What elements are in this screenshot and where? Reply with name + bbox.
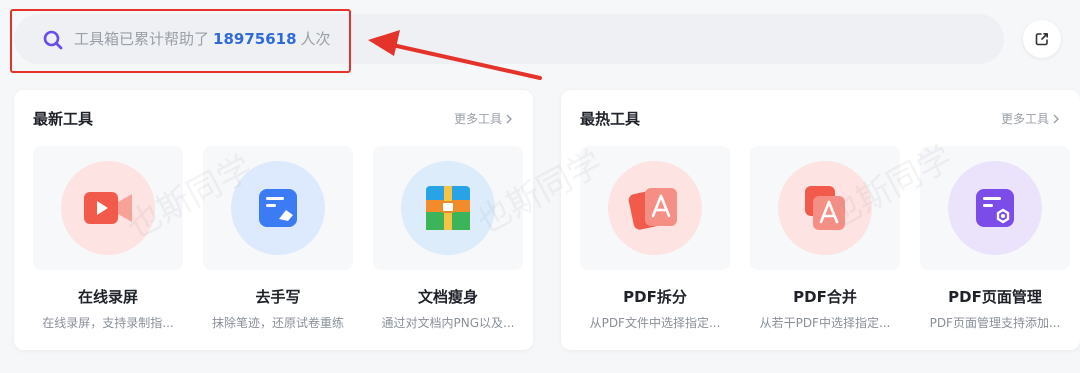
hot-tools-title: 最热工具 <box>580 110 641 128</box>
tool-screen-record[interactable]: 在线录屏 在线录屏，支持录制指... <box>33 146 183 346</box>
search-prefix: 工具箱已累计帮助了 <box>74 30 210 48</box>
tool-pdf-page-manage[interactable]: PDF页面管理 PDF页面管理支持添加... <box>920 146 1070 346</box>
search-placeholder: 工具箱已累计帮助了 18975618 人次 <box>74 28 331 50</box>
tool-name: PDF拆分 <box>623 288 687 306</box>
hot-more-label: 更多工具 <box>1000 112 1049 126</box>
chevron-right-icon <box>506 114 512 123</box>
latest-more-link[interactable]: 更多工具 <box>454 110 513 127</box>
tool-remove-handwriting[interactable]: 去手写 抹除笔迹，还原试卷重练 <box>203 146 353 346</box>
chevron-right-icon <box>1053 114 1059 123</box>
hot-more-link[interactable]: 更多工具 <box>1001 110 1060 127</box>
latest-tools-list: 在线录屏 在线录屏，支持录制指... 去手写 抹除笔迹，还原试卷重练 文档瘦身 … <box>33 146 523 346</box>
tool-name: 在线录屏 <box>77 288 138 306</box>
latest-tools-title: 最新工具 <box>33 110 94 128</box>
tool-desc: 通过对文档内PNG以及... <box>381 316 515 330</box>
search-suffix: 人次 <box>300 30 331 48</box>
latest-tools-card: 最新工具 更多工具 在线录屏 在线录屏，支持录制指... 去手写 抹除笔迹，还原… <box>14 90 533 350</box>
screen-record-icon <box>61 161 155 255</box>
tool-desc: 从若干PDF中选择指定... <box>759 316 891 330</box>
tool-desc: 从PDF文件中选择指定... <box>589 316 721 330</box>
tool-name: 文档瘦身 <box>417 288 478 306</box>
tool-pdf-split[interactable]: PDF拆分 从PDF文件中选择指定... <box>580 146 730 346</box>
tool-desc: 抹除笔迹，还原试卷重练 <box>211 316 344 330</box>
tool-name: PDF合并 <box>793 288 857 306</box>
tool-name: PDF页面管理 <box>948 288 1042 306</box>
pdf-split-icon <box>608 161 702 255</box>
tool-name: 去手写 <box>255 288 301 306</box>
eraser-doc-icon <box>231 161 325 255</box>
share-icon <box>1035 33 1048 46</box>
tool-desc: PDF页面管理支持添加... <box>929 316 1061 330</box>
search-icon <box>43 30 63 50</box>
annotation-arrow <box>368 30 542 80</box>
tool-desc: 在线录屏，支持录制指... <box>42 316 174 330</box>
compress-box-icon <box>401 161 495 255</box>
tool-pdf-merge[interactable]: PDF合并 从若干PDF中选择指定... <box>750 146 900 346</box>
share-button[interactable] <box>1023 20 1061 58</box>
latest-more-label: 更多工具 <box>453 112 502 126</box>
pdf-page-manage-icon <box>948 161 1042 255</box>
hot-tools-card: 最热工具 更多工具 PDF拆分 从PDF文件中选择指定... PDF合并 从若干… <box>561 90 1080 350</box>
hot-tools-list: PDF拆分 从PDF文件中选择指定... PDF合并 从若干PDF中选择指定..… <box>580 146 1070 346</box>
tool-doc-compress[interactable]: 文档瘦身 通过对文档内PNG以及... <box>373 146 523 346</box>
pdf-merge-icon <box>778 161 872 255</box>
help-count: 18975618 <box>213 30 297 48</box>
